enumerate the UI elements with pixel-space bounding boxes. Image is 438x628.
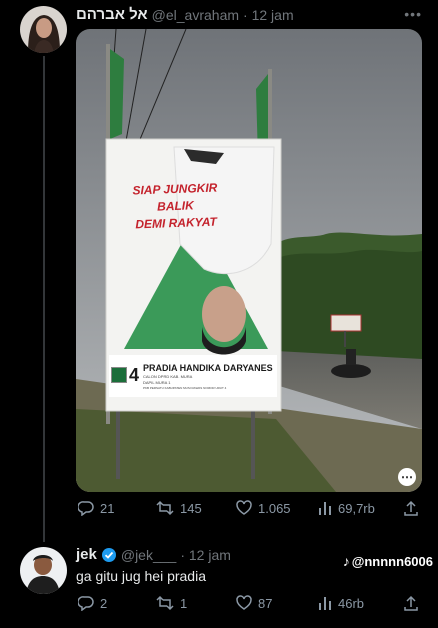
- reply-icon: [78, 596, 94, 611]
- heart-icon: [236, 595, 252, 610]
- retweet-icon: [156, 595, 174, 611]
- reply-reply-button[interactable]: 2: [78, 595, 107, 611]
- candidate-sub1: CALON DPRD KAB. MURA: [143, 374, 193, 379]
- author-handle[interactable]: @el_avraham: [152, 7, 239, 23]
- like-count: 1.065: [258, 500, 291, 516]
- billboard-slogan-line1: SIAP JUNGKIR BALIK: [132, 180, 218, 214]
- reply-icon: [78, 501, 94, 516]
- retweet-count: 145: [180, 500, 202, 516]
- candidate-number: 4: [129, 365, 140, 385]
- reply-button[interactable]: 21: [78, 500, 114, 516]
- reply-retweet-count: 1: [180, 595, 188, 611]
- reply-views-count: 46rb: [338, 595, 365, 611]
- views-count: 69,7rb: [338, 500, 375, 516]
- reply-views-button[interactable]: 46rb: [318, 595, 364, 611]
- reply-like-count: 87: [258, 595, 273, 611]
- reply-header: jek @jek___ · 12 jam: [76, 546, 231, 563]
- views-button[interactable]: 69,7rb: [318, 500, 375, 516]
- thread-connector-line: [43, 56, 45, 542]
- reply-avatar-image: [20, 547, 67, 594]
- party-logo: [111, 367, 127, 383]
- tiktok-watermark: ♪ @nnnnn6006: [343, 553, 433, 569]
- retweet-button[interactable]: 145: [156, 500, 202, 516]
- billboard-photo: [76, 29, 422, 492]
- reply-reply-count: 2: [100, 595, 108, 611]
- reply-author-handle[interactable]: @jek___: [121, 547, 176, 563]
- reply-count: 21: [100, 500, 115, 516]
- candidate-sub2: DAPIL MURA 1: [143, 380, 171, 385]
- share-button[interactable]: [403, 500, 419, 517]
- retweet-icon: [156, 500, 174, 516]
- like-button[interactable]: 1.065: [236, 500, 291, 516]
- reply-text: ga gitu jug hei pradia: [76, 568, 206, 584]
- heart-icon: [236, 500, 252, 515]
- billboard-candidate-block: 4 PRADIA HANDIKA DARYANES CALON DPRD KAB…: [109, 357, 277, 397]
- tiktok-handle: @nnnnn6006: [351, 553, 433, 569]
- author-name[interactable]: אל אברהם: [76, 6, 148, 23]
- share-icon: [404, 595, 418, 611]
- reply-like-button[interactable]: 87: [236, 595, 272, 611]
- verified-badge-icon: [101, 547, 116, 562]
- tiktok-icon: ♪: [342, 553, 350, 569]
- author-avatar[interactable]: [20, 6, 67, 53]
- views-chart-icon: [319, 502, 331, 515]
- reply-retweet-button[interactable]: 1: [156, 595, 187, 611]
- reply-share-button[interactable]: [403, 595, 419, 612]
- billboard-slogan: SIAP JUNGKIR BALIK DEMI RAKYAT: [117, 179, 234, 234]
- tweet-header: אל אברהם @el_avraham · 12 jam: [76, 6, 294, 23]
- candidate-name: PRADIA HANDIKA DARYANES: [143, 363, 273, 373]
- author-avatar-image: [20, 6, 67, 53]
- views-chart-icon: [319, 597, 331, 610]
- share-icon: [404, 500, 418, 516]
- reply-author-avatar[interactable]: [20, 547, 67, 594]
- reply-author-name[interactable]: jek: [76, 546, 97, 563]
- more-dots-icon[interactable]: •••: [404, 6, 422, 22]
- candidate-sub3: PKB PERSATU KABUPATEN MUSI RAWAS NOMOR U…: [143, 386, 227, 390]
- tweet-media-photo[interactable]: SIAP JUNGKIR BALIK DEMI RAKYAT 4 PRADIA …: [76, 29, 422, 492]
- tweet-time[interactable]: · 12 jam: [243, 7, 294, 23]
- media-expand-icon[interactable]: ⋯: [398, 468, 416, 486]
- reply-time[interactable]: · 12 jam: [180, 547, 231, 563]
